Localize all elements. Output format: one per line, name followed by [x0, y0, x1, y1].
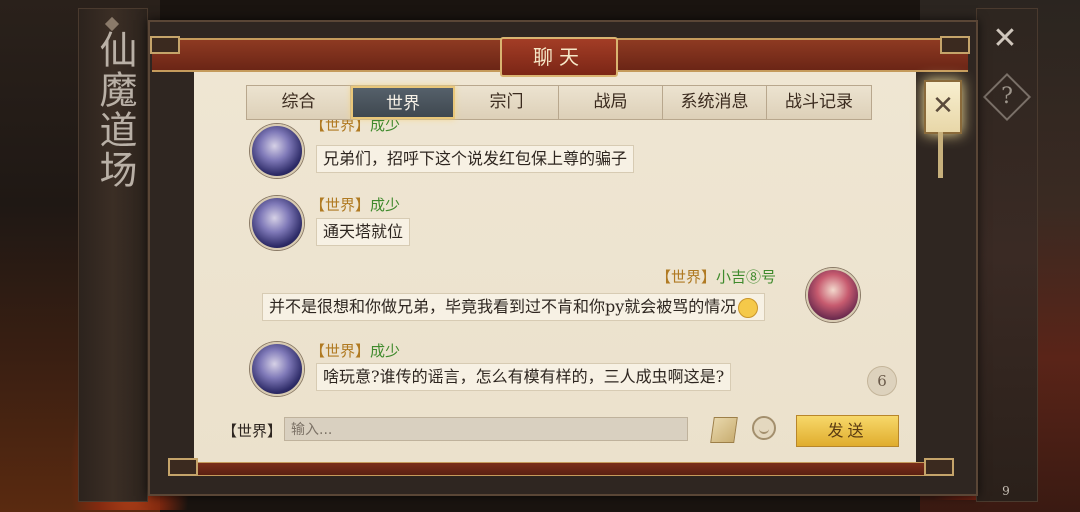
avatar[interactable] — [806, 268, 860, 322]
sender-name[interactable]: 成少 — [370, 120, 400, 134]
lantern-tassel — [938, 132, 943, 178]
channel-tag: 【世界】 — [310, 196, 371, 214]
message-meta: 【世界】成少 — [310, 120, 400, 135]
right-panel-badge: 9 — [1002, 484, 1010, 498]
tab-battle[interactable]: 战局 — [559, 86, 663, 119]
message-meta: 【世界】成少 — [310, 340, 400, 361]
corner-ornament — [940, 36, 970, 54]
tab-general[interactable]: 综合 — [247, 86, 351, 119]
channel-tabs: 综合 世界 宗门 战局 系统消息 战斗记录 — [246, 85, 872, 120]
emoji-icon[interactable] — [752, 416, 776, 440]
sender-name[interactable]: 成少 — [370, 342, 400, 360]
tab-system-messages[interactable]: 系统消息 — [663, 86, 767, 119]
avatar[interactable] — [250, 196, 304, 250]
emoji-icon — [738, 297, 759, 318]
sender-name[interactable]: 成少 — [370, 196, 400, 214]
message-meta: 【世界】小吉⑧号 — [656, 266, 776, 287]
corner-ornament — [150, 36, 180, 54]
tab-sect[interactable]: 宗门 — [455, 86, 559, 119]
tab-combat-log[interactable]: 战斗记录 — [767, 86, 871, 119]
send-button[interactable]: 发送 — [796, 415, 899, 447]
message-meta: 【世界】成少 — [310, 194, 400, 215]
book-icon[interactable] — [710, 417, 738, 443]
channel-tag: 【世界】 — [656, 268, 717, 286]
message-list[interactable]: 【世界】成少 兄弟们，招呼下这个说发红包保上尊的骗子 【世界】成少 通天塔就位 … — [210, 120, 900, 398]
unread-count-badge[interactable]: 6 — [867, 366, 897, 396]
sender-name[interactable]: 小吉⑧号 — [716, 268, 776, 286]
chat-input[interactable]: 输入... — [284, 417, 688, 441]
avatar[interactable] — [250, 124, 304, 178]
close-icon[interactable]: ✕ — [988, 22, 1022, 56]
input-channel-label: 【世界】 — [222, 422, 283, 440]
dialog-title: 聊天 — [500, 37, 618, 77]
dialog-bottom-bar — [170, 462, 950, 476]
message-bubble: 啥玩意?谁传的谣言，怎么有模有样的，三人成虫啊这是? — [316, 363, 732, 391]
lantern-close-icon[interactable]: ✕ — [924, 80, 962, 134]
message-bubble: 兄弟们，招呼下这个说发红包保上尊的骗子 — [316, 145, 635, 173]
side-banner-title: 仙魔道场 — [93, 30, 137, 190]
message-bubble: 通天塔就位 — [316, 218, 411, 246]
corner-ornament — [168, 458, 198, 476]
diamond-ornament — [104, 16, 120, 32]
message-text: 并不是很想和你做兄弟，毕竟我看到过不肯和你py就会被骂的情况 — [269, 297, 737, 316]
corner-ornament — [924, 458, 954, 476]
channel-tag: 【世界】 — [310, 120, 371, 134]
avatar[interactable] — [250, 342, 304, 396]
tab-world[interactable]: 世界 — [351, 86, 455, 119]
message-bubble: 并不是很想和你做兄弟，毕竟我看到过不肯和你py就会被骂的情况 — [262, 293, 766, 321]
channel-tag: 【世界】 — [310, 342, 371, 360]
